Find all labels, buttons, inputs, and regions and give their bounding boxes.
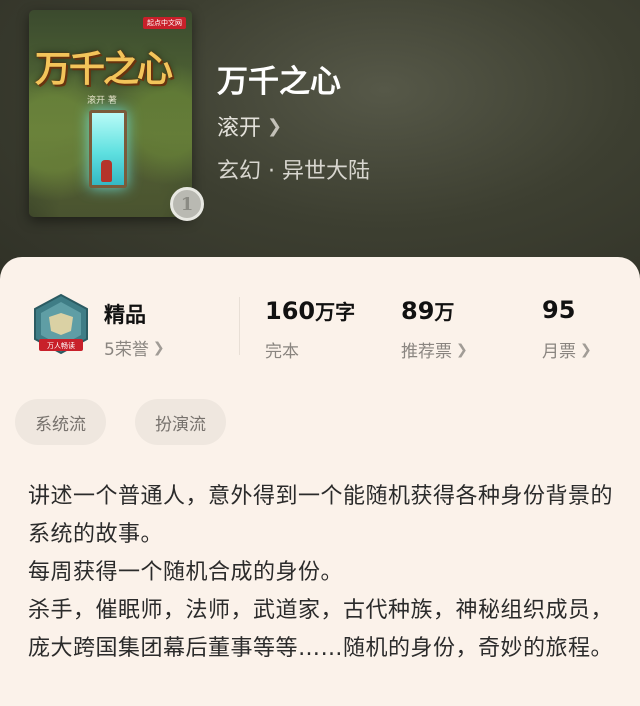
chevron-right-icon: ❯ <box>580 341 592 358</box>
tag-chip[interactable]: 扮演流 <box>135 399 226 445</box>
honor-link[interactable]: 5荣誉 ❯ <box>104 335 165 361</box>
recommend-votes-label: 推荐票 <box>401 342 452 362</box>
honor-badge-text: 万人畅读 <box>47 341 75 350</box>
monthly-votes-link[interactable]: 月票 ❯ <box>542 337 592 363</box>
book-cover[interactable]: 起点中文网 万千之心 滚开 著 <box>29 10 192 217</box>
monthly-votes-label: 月票 <box>542 342 576 362</box>
tag-chip[interactable]: 系统流 <box>15 399 106 445</box>
stats-divider <box>239 297 240 355</box>
chevron-right-icon: ❯ <box>152 339 165 356</box>
monthly-votes-value: 95 <box>542 296 576 324</box>
genre-label: 玄幻 · 异世大陆 <box>217 159 370 184</box>
cover-author: 滚开 著 <box>87 96 117 106</box>
completion-status-label: 完本 <box>265 342 299 362</box>
book-title: 万千之心 <box>217 64 341 100</box>
recommend-votes-value: 89 <box>401 297 435 325</box>
word-count-value: 160 <box>265 297 316 325</box>
completion-status: 完本 <box>265 337 299 362</box>
cover-figure-art <box>101 160 112 182</box>
honor-badge-icon[interactable]: 万人畅读 <box>31 293 91 359</box>
chevron-right-icon: ❯ <box>267 115 283 137</box>
publisher-logo: 起点中文网 <box>143 17 186 29</box>
recommend-votes-link[interactable]: 推荐票 ❯ <box>401 337 468 363</box>
recommend-votes-unit: 万 <box>434 300 455 324</box>
monthly-votes: 95 <box>542 296 575 324</box>
description-paragraph: 每周获得一个随机合成的身份。 <box>28 560 344 585</box>
word-count: 160万字 <box>265 296 355 325</box>
honor-count: 5荣誉 <box>104 340 149 360</box>
word-count-unit: 万字 <box>315 300 356 324</box>
author-name: 滚开 <box>217 116 262 141</box>
description-paragraph: 讲述一个普通人，意外得到一个能随机获得各种身份背景的系统的故事。 <box>28 484 614 547</box>
rank-badge: 1 <box>170 187 204 221</box>
description-paragraph: 杀手，催眠师，法师，武道家，古代种族，神秘组织成员，庞大跨国集团幕后董事等等……… <box>28 598 614 661</box>
honor-label: 精品 <box>104 303 146 327</box>
book-description: 讲述一个普通人，意外得到一个能随机获得各种身份背景的系统的故事。 每周获得一个随… <box>28 478 618 668</box>
recommend-votes: 89万 <box>401 296 454 325</box>
author-link[interactable]: 滚开 ❯ <box>217 110 282 142</box>
cover-title: 万千之心 <box>35 48 173 90</box>
chevron-right-icon: ❯ <box>456 341 468 358</box>
